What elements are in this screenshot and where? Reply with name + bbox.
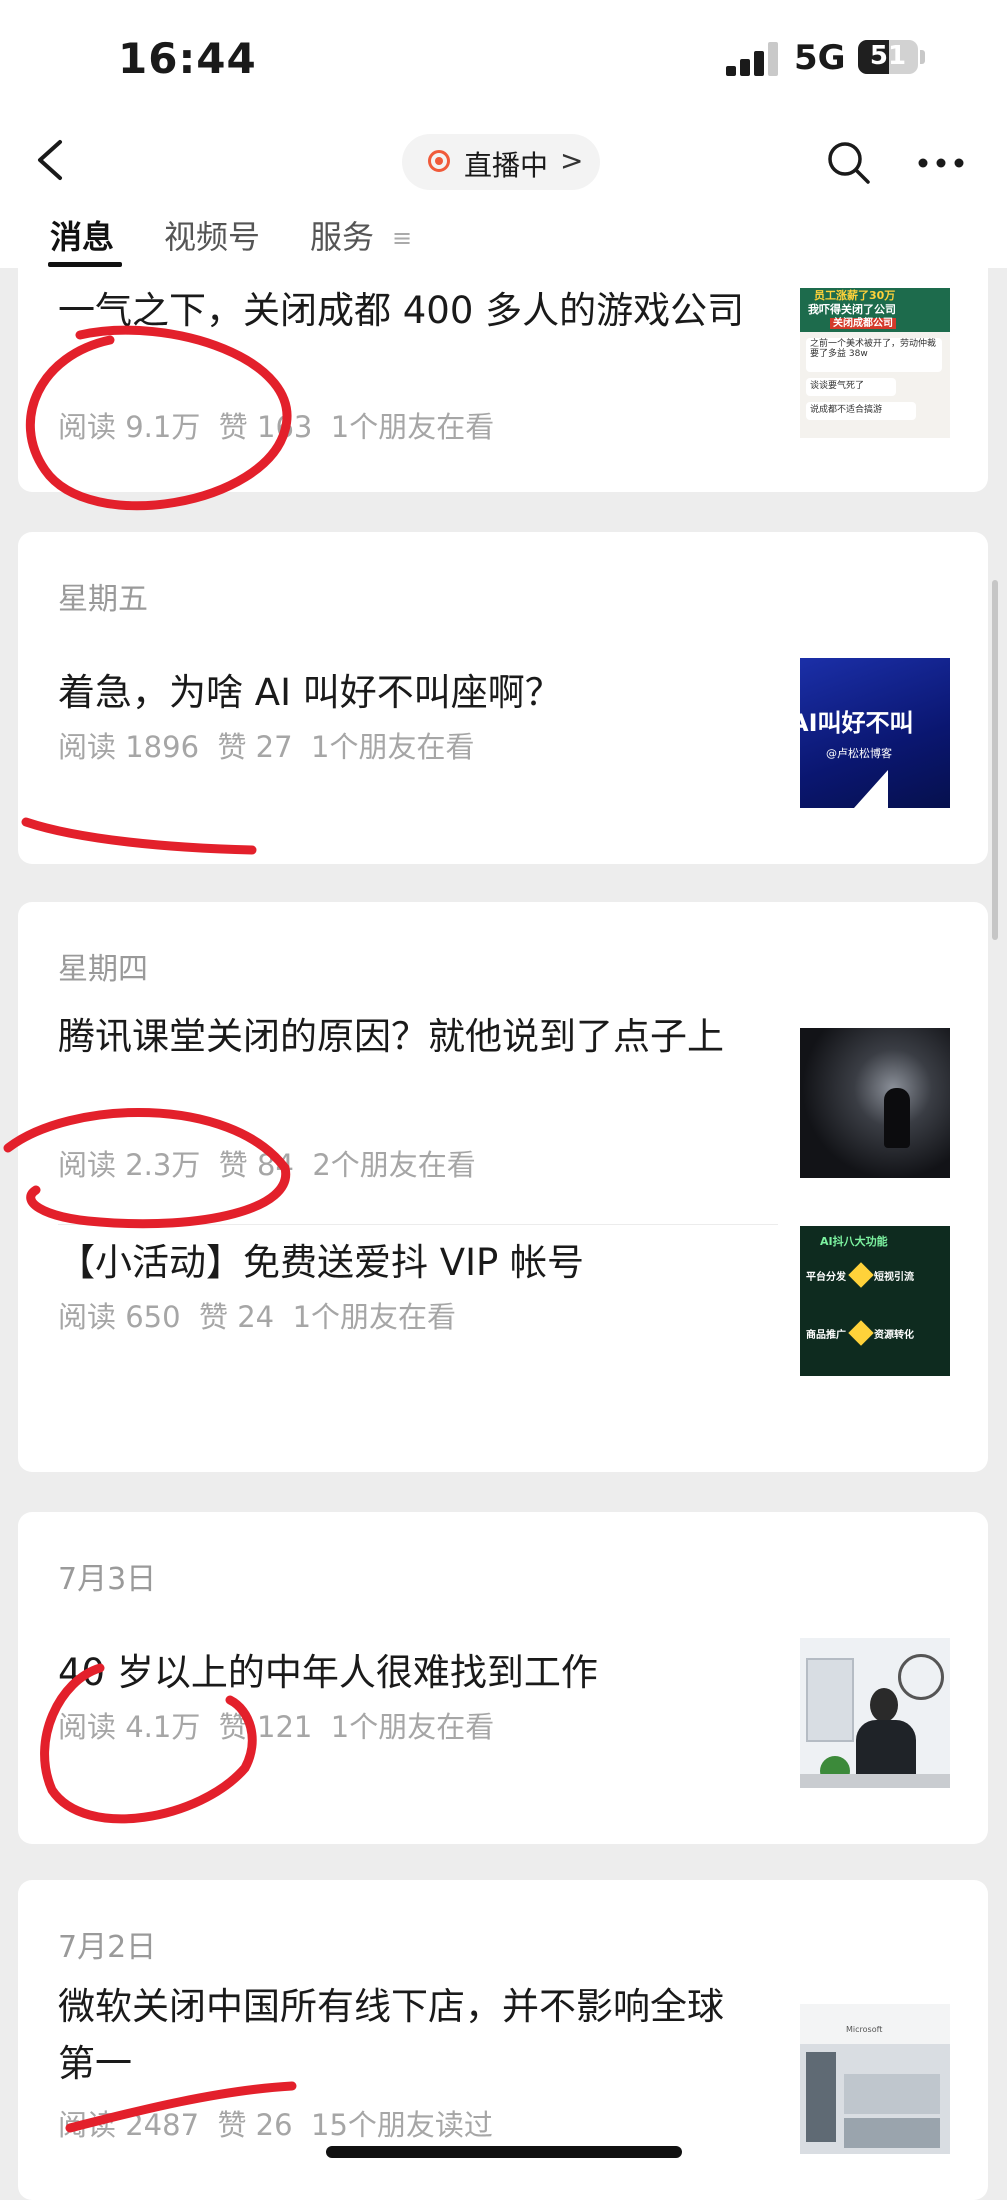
- thumb-text: 资源转化: [874, 1330, 914, 1341]
- back-button[interactable]: [30, 138, 74, 182]
- more-button[interactable]: [916, 150, 966, 176]
- article-title: 40 岁以上的中年人很难找到工作: [58, 1651, 598, 1694]
- thumb-text: 之前一个美术被开了，劳动仲裁要了多益 38w: [810, 339, 937, 359]
- article-title: 腾讯课堂关闭的原因？就他说到了点子上: [58, 1015, 724, 1058]
- thumb-text: 谈谈要气死了: [810, 381, 865, 391]
- network-type: 5G: [794, 38, 846, 78]
- article-item[interactable]: 腾讯课堂关闭的原因？就他说到了点子上 阅读 2.3万 赞 84 2个朋友在看: [18, 1002, 988, 1224]
- tab-messages[interactable]: 消息: [50, 212, 114, 258]
- battery-tip: [920, 50, 925, 64]
- article-thumbnail: AI叫好不叫 @卢松松博客: [800, 658, 950, 808]
- date-label: 7月3日: [58, 1562, 157, 1597]
- article-item[interactable]: 微软关闭中国所有线下店，并不影响全球第一 阅读 2487 赞 26 15个朋友读…: [18, 1980, 988, 2200]
- top-bar: 16:44 5G 51 直播中 > 消息 视频号 服务 ≡: [0, 0, 1007, 268]
- thumb-text: 说成都不适合搞游: [810, 405, 883, 415]
- article-item[interactable]: 着急，为啥 AI 叫好不叫座啊？ 阅读 1896 赞 27 1个朋友在看 AI叫…: [18, 632, 988, 864]
- more-icon: [918, 158, 964, 168]
- thumb-text: 商品推广: [806, 1330, 846, 1341]
- article-title: 【小活动】免费送爱抖 VIP 帐号: [58, 1241, 585, 1284]
- article-stats: 阅读 1896 赞 27 1个朋友在看: [58, 730, 475, 764]
- tab-services[interactable]: 服务: [310, 212, 374, 258]
- article-title: 一气之下，关闭成都 400 多人的游戏公司: [58, 289, 745, 332]
- article-stats: 阅读 9.1万 赞 163 1个朋友在看: [58, 410, 495, 444]
- thumb-text: 平台分发: [806, 1272, 846, 1283]
- chevron-right-icon: >: [560, 144, 584, 177]
- article-stats: 阅读 2.3万 赞 84 2个朋友在看: [58, 1148, 476, 1182]
- thumb-text: @卢松松博客: [826, 747, 892, 760]
- article-stats: 阅读 650 赞 24 1个朋友在看: [58, 1300, 457, 1334]
- live-dot-icon: [428, 150, 450, 172]
- article-thumbnail: Microsoft: [800, 2004, 950, 2154]
- thumb-text: 短视引流: [874, 1272, 914, 1283]
- active-tab-indicator: [48, 262, 122, 267]
- article-divider: [58, 1224, 778, 1225]
- search-button[interactable]: [824, 138, 872, 186]
- article-stats: 阅读 4.1万 赞 121 1个朋友在看: [58, 1710, 495, 1744]
- article-thumbnail: AI抖八大功能 平台分发 短视引流 商品推广 资源转化: [800, 1226, 950, 1376]
- date-label: 星期四: [58, 952, 148, 987]
- article-item[interactable]: 【小活动】免费送爱抖 VIP 帐号 阅读 650 赞 24 1个朋友在看 AI抖…: [18, 1226, 988, 1436]
- article-card: 星期五 着急，为啥 AI 叫好不叫座啊？ 阅读 1896 赞 27 1个朋友在看…: [18, 532, 988, 864]
- article-card: 星期四 腾讯课堂关闭的原因？就他说到了点子上 阅读 2.3万 赞 84 2个朋友…: [18, 902, 988, 1472]
- live-label: 直播中: [464, 149, 549, 182]
- article-thumbnail: [800, 1028, 950, 1178]
- article-thumbnail: [800, 1638, 950, 1788]
- thumb-text: Microsoft: [846, 2025, 883, 2034]
- thumb-text: 我吓得关闭了公司: [808, 303, 896, 316]
- date-label: 星期五: [58, 582, 148, 617]
- thumb-text: AI叫好不叫: [800, 709, 914, 737]
- signal-icon: [726, 40, 784, 76]
- thumb-text: AI抖八大功能: [820, 1235, 888, 1248]
- home-indicator[interactable]: [326, 2146, 682, 2158]
- tab-channels[interactable]: 视频号: [164, 212, 260, 258]
- article-title: 着急，为啥 AI 叫好不叫座啊？: [58, 671, 562, 714]
- article-title: 微软关闭中国所有线下店，并不影响全球第一: [58, 1985, 724, 2085]
- article-stats: 阅读 2487 赞 26 15个朋友读过: [58, 2108, 493, 2142]
- tab-bar: 消息 视频号 服务 ≡: [0, 210, 1007, 268]
- article-card: 7月3日 40 岁以上的中年人很难找到工作 阅读 4.1万 赞 121 1个朋友…: [18, 1512, 988, 1844]
- tab-menu-icon[interactable]: ≡: [392, 224, 412, 252]
- back-chevron-icon: [38, 140, 62, 180]
- thumb-text: 关闭成都公司: [830, 318, 896, 329]
- live-button[interactable]: 直播中 >: [402, 134, 600, 190]
- date-label: 7月2日: [58, 1930, 157, 1965]
- article-item[interactable]: 40 岁以上的中年人很难找到工作 阅读 4.1万 赞 121 1个朋友在看: [18, 1612, 988, 1844]
- thumb-text: 员工涨薪了30万: [814, 289, 896, 302]
- article-thumbnail: 员工涨薪了30万 我吓得关闭了公司 关闭成都公司 之前一个美术被开了，劳动仲裁要…: [800, 288, 950, 438]
- search-icon: [828, 142, 870, 184]
- battery-icon: 51: [858, 40, 918, 74]
- scrollbar[interactable]: [992, 580, 998, 940]
- battery-level: 51: [869, 41, 907, 71]
- status-time: 16:44: [118, 34, 257, 83]
